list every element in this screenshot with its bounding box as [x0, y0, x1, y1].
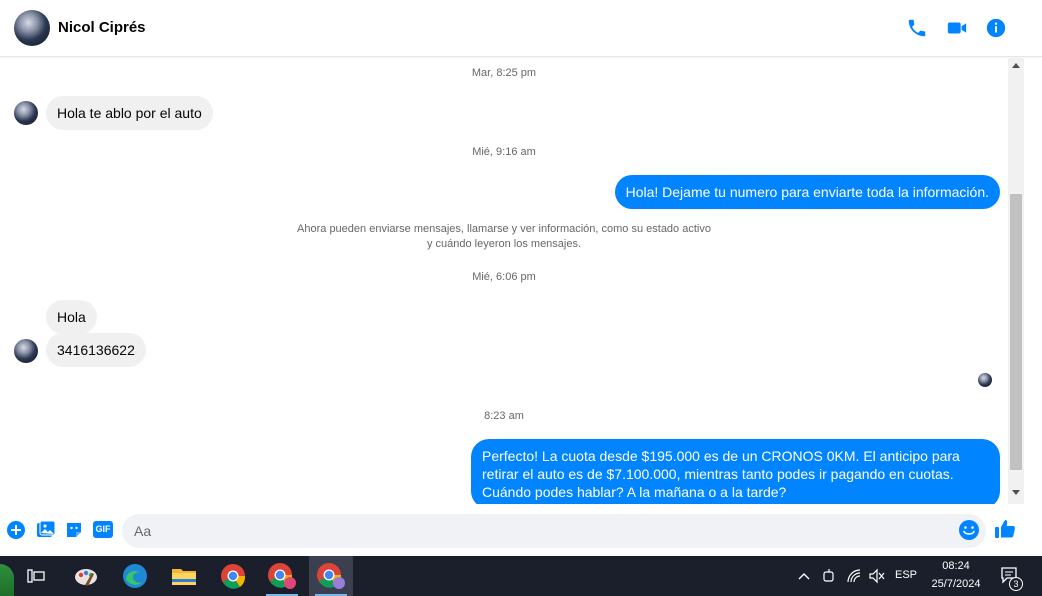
contact-avatar[interactable]	[14, 10, 50, 46]
message-bubble-incoming[interactable]: Hola te ablo por el auto	[46, 96, 213, 130]
message-bubble-incoming[interactable]: Hola	[46, 300, 97, 334]
video-icon[interactable]	[946, 17, 968, 39]
chat-header: Nicol Ciprés	[0, 0, 1042, 57]
scroll-down-arrow-icon[interactable]	[1012, 490, 1020, 495]
image-icon[interactable]	[36, 520, 56, 540]
message-input[interactable]	[122, 514, 986, 548]
emoji-icon[interactable]	[958, 519, 980, 541]
info-icon[interactable]	[985, 17, 1007, 39]
file-explorer-icon[interactable]	[162, 556, 206, 596]
meet-now-icon[interactable]	[822, 568, 836, 584]
chrome-profile-icon[interactable]	[260, 556, 304, 596]
contact-mini-avatar	[14, 101, 38, 125]
message-bubble-outgoing[interactable]: Hola! Dejame tu numero para enviarte tod…	[614, 175, 1000, 209]
contact-mini-avatar	[14, 339, 38, 363]
phone-icon[interactable]	[906, 17, 928, 39]
system-message: Ahora pueden enviarse mensajes, llamarse…	[0, 222, 1008, 252]
add-icon[interactable]	[6, 520, 26, 540]
show-hidden-icons-chevron-icon[interactable]	[797, 570, 811, 582]
timestamp: Mar, 8:25 pm	[471, 67, 537, 79]
scrollbar-thumb[interactable]	[1010, 194, 1022, 470]
seen-indicator-avatar	[978, 373, 992, 387]
timestamp: 8:23 am	[484, 410, 524, 422]
like-icon[interactable]	[994, 518, 1016, 540]
volume-muted-icon[interactable]	[868, 568, 886, 584]
timestamp: Mié, 9:16 am	[472, 146, 536, 158]
messenger-window: Nicol Ciprés Mar, 8:25 pm Hola te ablo p…	[0, 0, 1042, 556]
sticker-icon[interactable]	[64, 520, 84, 540]
scroll-up-arrow-icon[interactable]	[1012, 63, 1020, 68]
task-view-icon[interactable]	[14, 556, 58, 596]
composer-bar: GIF	[0, 504, 1042, 556]
message-list[interactable]: Mar, 8:25 pm Hola te ablo por el auto Mi…	[0, 58, 1008, 504]
edge-icon[interactable]	[113, 556, 157, 596]
wifi-icon[interactable]	[846, 568, 862, 584]
system-message-line: y cuándo leyeron los mensajes.	[426, 238, 582, 250]
chrome-active-icon[interactable]	[309, 556, 353, 596]
chrome-icon[interactable]	[211, 556, 255, 596]
timestamp: Mié, 6:06 pm	[472, 271, 536, 283]
message-bubble-incoming[interactable]: 3416136622	[46, 333, 146, 367]
windows-taskbar: ESP 08:24 25/7/2024 3	[0, 556, 1042, 596]
message-bubble-outgoing[interactable]: Perfecto! La cuota desde $195.000 es de …	[471, 439, 1000, 504]
notification-count-badge: 3	[1009, 577, 1023, 591]
language-indicator[interactable]: ESP	[893, 569, 919, 581]
gif-icon[interactable]: GIF	[93, 521, 113, 538]
message-scrollbar[interactable]	[1008, 58, 1024, 504]
clock-time[interactable]: 08:24	[926, 560, 986, 572]
clock-date[interactable]: 25/7/2024	[926, 578, 986, 590]
system-message-line: Ahora pueden enviarse mensajes, llamarse…	[297, 223, 711, 235]
paint-icon[interactable]	[64, 556, 108, 596]
contact-name[interactable]: Nicol Ciprés	[58, 19, 146, 36]
widgets-weather-icon[interactable]	[0, 564, 14, 596]
